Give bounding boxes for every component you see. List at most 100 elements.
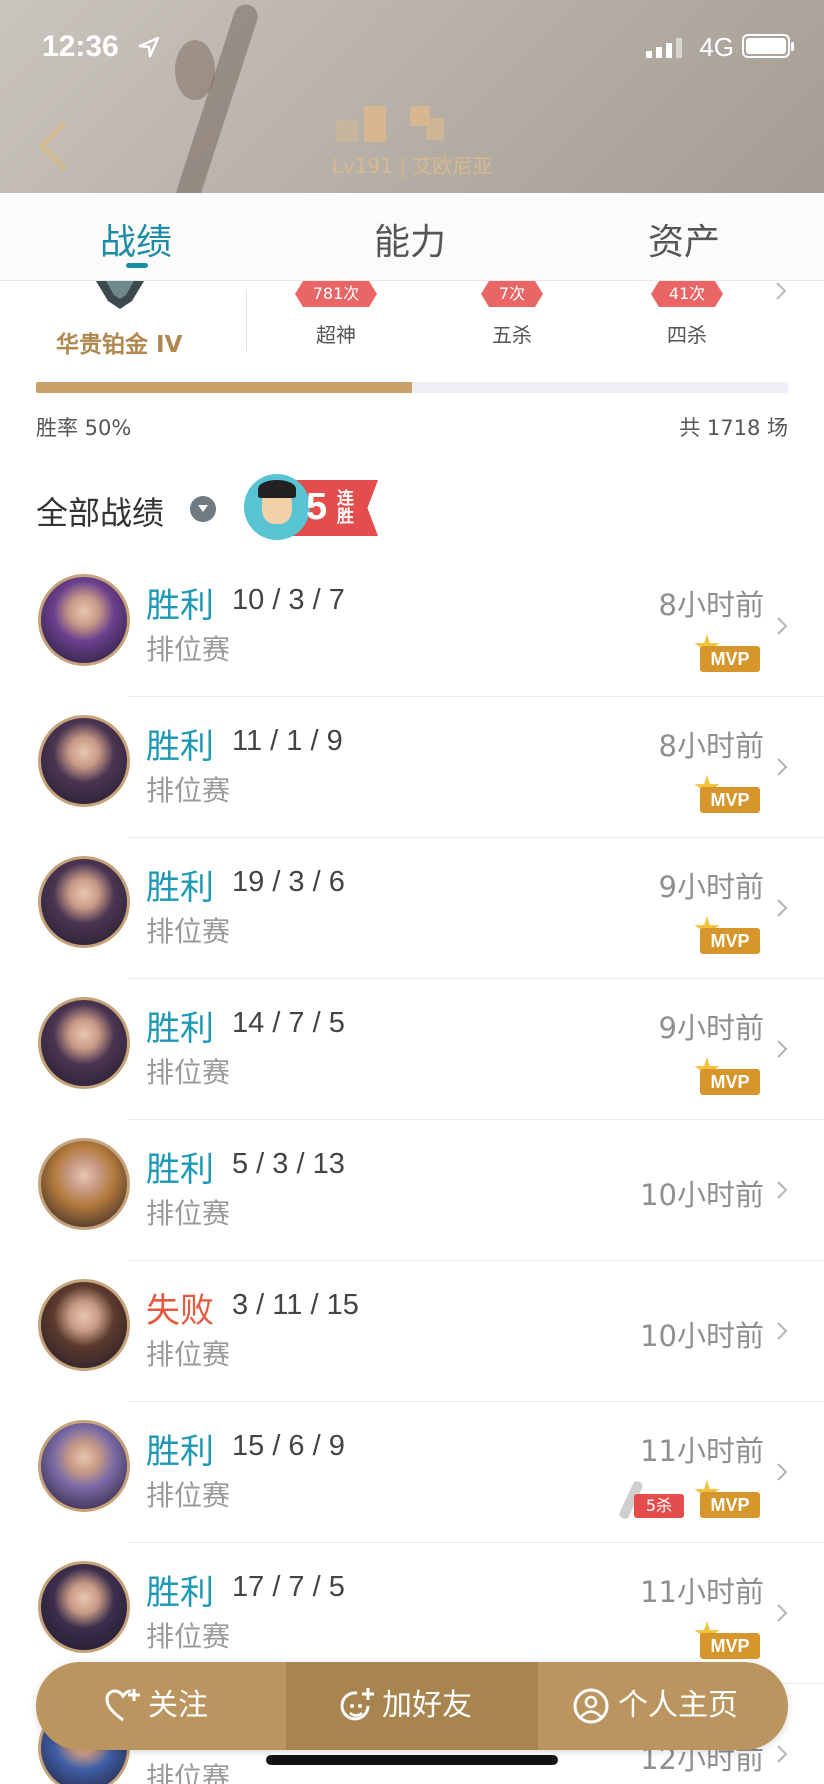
match-kda: 19 / 3 / 6 xyxy=(232,866,345,898)
match-time: 10小时前 xyxy=(640,1319,764,1353)
mvp-label: MVP xyxy=(700,646,760,672)
tab-bar: 战绩 能力 资产 xyxy=(0,193,824,281)
match-mode: 排位赛 xyxy=(146,1056,231,1089)
stat-label: 五杀 xyxy=(492,323,532,347)
tab-ability[interactable]: 能力 xyxy=(310,213,510,265)
profile-label: 个人主页 xyxy=(618,1688,738,1723)
match-result: 胜利 xyxy=(146,727,214,767)
mvp-label: MVP xyxy=(700,1633,760,1659)
chevron-right-icon xyxy=(777,1181,788,1199)
rank-emblem-icon xyxy=(96,281,144,309)
match-result: 胜利 xyxy=(146,1150,214,1190)
chevron-right-icon xyxy=(777,1604,788,1622)
match-mode: 排位赛 xyxy=(146,633,231,666)
location-arrow-icon xyxy=(138,36,160,58)
match-row[interactable]: 胜利 11 / 1 / 9 排位赛 8小时前 MVP xyxy=(0,697,824,838)
penta-label: 5杀 xyxy=(634,1494,684,1518)
match-kda: 17 / 7 / 5 xyxy=(232,1571,345,1603)
mvp-badge: MVP xyxy=(694,916,760,954)
match-time: 8小时前 xyxy=(658,729,764,763)
streak-number: 5 xyxy=(306,486,328,528)
mvp-badge: MVP xyxy=(694,634,760,672)
match-time: 9小时前 xyxy=(658,870,764,904)
match-mode: 排位赛 xyxy=(146,1479,231,1512)
match-row[interactable]: 胜利 15 / 6 / 9 排位赛 11小时前 MVP 5杀 xyxy=(0,1402,824,1543)
mvp-label: MVP xyxy=(700,928,760,954)
user-circle-icon xyxy=(573,1688,609,1724)
penta-kill-badge: 5杀 xyxy=(618,1479,686,1521)
match-mode: 排位赛 xyxy=(146,1620,231,1653)
tab-assets[interactable]: 资产 xyxy=(584,213,784,265)
stat-count: 41次 xyxy=(650,281,724,307)
match-result: 失败 xyxy=(146,1291,214,1331)
dropdown-icon[interactable] xyxy=(190,496,216,522)
match-time: 11小时前 xyxy=(640,1575,764,1609)
hero-avatar xyxy=(38,574,130,666)
hero-avatar xyxy=(38,715,130,807)
match-row[interactable]: 胜利 10 / 3 / 7 排位赛 8小时前 MVP xyxy=(0,556,824,697)
match-mode: 排位赛 xyxy=(146,1338,231,1371)
match-result: 胜利 xyxy=(146,1573,214,1613)
hero-avatar xyxy=(38,1138,130,1230)
mvp-badge: MVP xyxy=(694,1621,760,1659)
match-mode: 排位赛 xyxy=(146,1761,231,1784)
match-result: 胜利 xyxy=(146,868,214,908)
match-time: 8小时前 xyxy=(658,588,764,622)
stat-label: 四杀 xyxy=(667,323,707,347)
battery-icon xyxy=(742,34,794,58)
mvp-label: MVP xyxy=(700,1492,760,1518)
chevron-right-icon xyxy=(777,899,788,917)
match-kda: 10 / 3 / 7 xyxy=(232,584,345,616)
active-tab-indicator xyxy=(126,263,148,268)
match-row[interactable]: 胜利 14 / 7 / 5 排位赛 9小时前 MVP xyxy=(0,979,824,1120)
network-type: 4G xyxy=(699,32,734,62)
match-row[interactable]: 胜利 5 / 3 / 13 排位赛 10小时前 xyxy=(0,1120,824,1261)
rank-summary: 华贵铂金 IV 781次 超神 7次 五杀 41次 四杀 xyxy=(0,281,824,381)
mvp-label: MVP xyxy=(700,787,760,813)
win-rate-label: 胜率 50% xyxy=(36,416,132,440)
status-bar: 12:36 4G xyxy=(42,30,794,70)
win-rate-bar xyxy=(36,382,788,393)
rank-name: 华贵铂金 IV xyxy=(56,332,183,358)
home-indicator xyxy=(266,1755,558,1765)
add-friend-label: 加好友 xyxy=(382,1688,472,1723)
pixelated-avatar xyxy=(336,106,456,144)
hero-avatar xyxy=(38,1279,130,1371)
match-time: 10小时前 xyxy=(640,1178,764,1212)
match-kda: 14 / 7 / 5 xyxy=(232,1007,345,1039)
heart-plus-icon xyxy=(105,1689,140,1722)
chevron-right-icon[interactable] xyxy=(774,281,788,301)
chevron-right-icon xyxy=(777,1463,788,1481)
profile-button[interactable]: 个人主页 xyxy=(538,1662,788,1750)
signal-icon xyxy=(646,38,682,58)
match-mode: 排位赛 xyxy=(146,774,231,807)
hero-avatar xyxy=(38,1561,130,1653)
action-bar: 关注 加好友 个人主页 xyxy=(36,1662,788,1750)
total-games-label: 共 1718 场 xyxy=(679,416,788,440)
match-result: 胜利 xyxy=(146,1432,214,1472)
match-kda: 15 / 6 / 9 xyxy=(232,1430,345,1462)
tab-record[interactable]: 战绩 xyxy=(36,213,236,265)
match-result: 胜利 xyxy=(146,586,214,626)
match-mode: 排位赛 xyxy=(146,1197,231,1230)
stat-quadra: 41次 四杀 xyxy=(637,281,737,348)
match-kda: 11 / 1 / 9 xyxy=(232,725,343,757)
hero-avatar xyxy=(38,856,130,948)
record-filter-label[interactable]: 全部战绩 xyxy=(36,488,164,534)
match-time: 11小时前 xyxy=(640,1434,764,1468)
level-server-label: Lv191 | 艾欧尼亚 xyxy=(331,154,493,178)
stat-penta: 7次 五杀 xyxy=(462,281,562,348)
mvp-label: MVP xyxy=(700,1069,760,1095)
divider xyxy=(246,291,247,351)
match-result: 胜利 xyxy=(146,1009,214,1049)
win-rate-bar-fill xyxy=(36,382,412,393)
follow-button[interactable]: 关注 xyxy=(36,1662,286,1750)
chevron-right-icon xyxy=(777,758,788,776)
chevron-right-icon xyxy=(777,1322,788,1340)
add-friend-button[interactable]: 加好友 xyxy=(286,1662,538,1750)
match-row[interactable]: 胜利 19 / 3 / 6 排位赛 9小时前 MVP xyxy=(0,838,824,979)
match-row[interactable]: 失败 3 / 11 / 15 排位赛 10小时前 xyxy=(0,1261,824,1402)
stat-count: 781次 xyxy=(294,281,377,307)
streak-avatar-icon xyxy=(244,474,310,540)
clock: 12:36 xyxy=(42,30,119,63)
